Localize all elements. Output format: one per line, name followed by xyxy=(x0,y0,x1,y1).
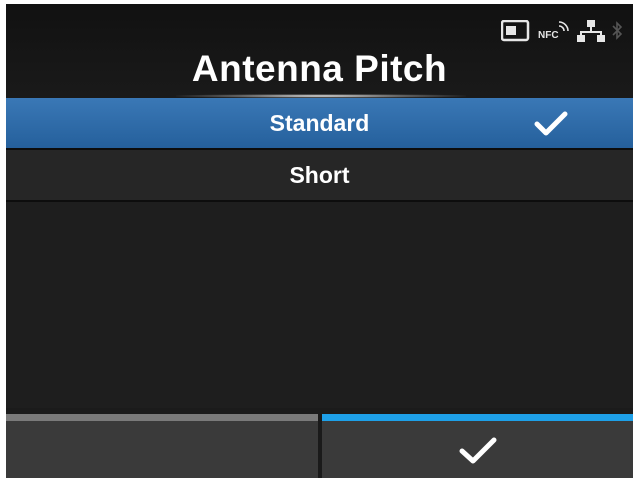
page-title: Antenna Pitch xyxy=(191,48,448,89)
bluetooth-icon xyxy=(611,19,623,43)
sd-card-icon xyxy=(501,20,531,42)
selected-check-icon xyxy=(534,111,568,136)
printer-screen: NFC Antenna Pitch Standard Short xyxy=(6,4,633,478)
soft-key-left[interactable] xyxy=(6,414,318,478)
soft-key-bar xyxy=(6,414,633,478)
option-standard[interactable]: Standard xyxy=(6,98,633,150)
checkmark-icon xyxy=(459,437,497,464)
network-icon xyxy=(577,19,605,43)
option-label: Short xyxy=(289,162,350,188)
option-label: Standard xyxy=(269,110,370,136)
nfc-label: NFC xyxy=(538,30,559,41)
option-short[interactable]: Short xyxy=(6,150,633,202)
confirm-button[interactable] xyxy=(322,414,633,478)
nfc-icon: NFC xyxy=(537,20,571,42)
option-list: Standard Short xyxy=(6,98,633,408)
status-icons: NFC xyxy=(501,18,623,44)
header: NFC Antenna Pitch xyxy=(6,4,633,98)
